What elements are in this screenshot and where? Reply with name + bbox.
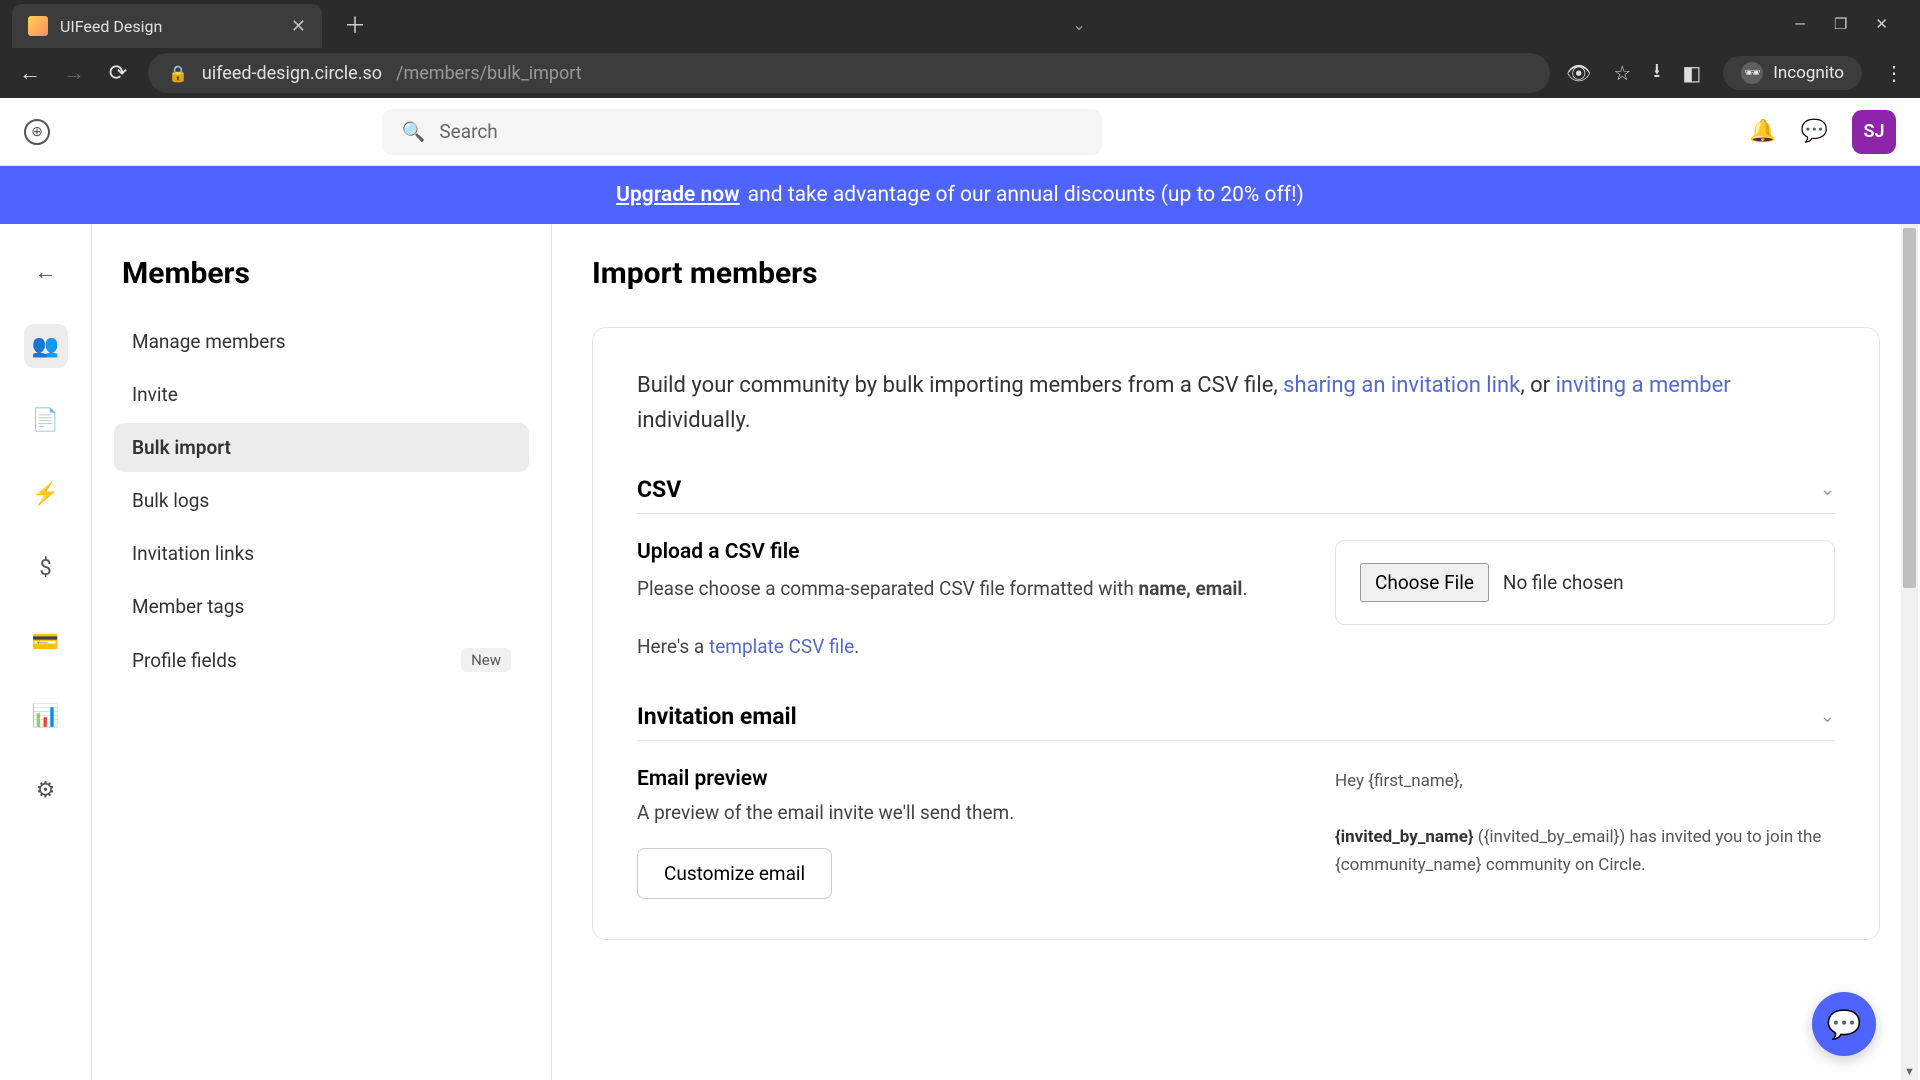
messages-icon[interactable]: 💬: [1801, 119, 1828, 144]
chat-icon: 💬: [1827, 1008, 1862, 1041]
search-icon: 🔍: [402, 120, 426, 143]
rail-payments-icon[interactable]: 💳: [24, 620, 68, 664]
community-switcher-icon[interactable]: ⊕: [24, 119, 50, 145]
csv-section-header[interactable]: CSV ⌄: [637, 476, 1835, 514]
sidebar-item-bulk-import[interactable]: Bulk import: [114, 423, 529, 472]
url-host: uifeed-design.circle.so: [202, 63, 382, 84]
chevron-down-icon: ⌄: [1820, 479, 1835, 500]
sidebar-item-member-tags[interactable]: Member tags: [114, 582, 529, 631]
rail-activity-icon[interactable]: ⚡: [24, 472, 68, 516]
customize-email-button[interactable]: Customize email: [637, 848, 832, 899]
main-content: Import members Build your community by b…: [552, 224, 1920, 1080]
new-tab-button[interactable]: ＋: [330, 8, 380, 40]
search-placeholder: Search: [439, 120, 497, 143]
rail-billing-icon[interactable]: $: [24, 546, 68, 590]
template-csv-link[interactable]: template CSV file: [709, 635, 854, 658]
incognito-label: Incognito: [1773, 63, 1844, 83]
notifications-icon[interactable]: 🔔: [1749, 119, 1776, 144]
tab-title: UIFeed Design: [60, 17, 279, 36]
tab-favicon: [28, 16, 48, 36]
email-preview: Hey {first_name}, {invited_by_name} ({in…: [1335, 767, 1835, 879]
preview-description: A preview of the email invite we'll send…: [637, 801, 1295, 824]
browser-menu-icon[interactable]: ⋮: [1884, 61, 1904, 85]
tabs-dropdown-icon[interactable]: ⌄: [1072, 15, 1085, 34]
inviting-member-link[interactable]: inviting a member: [1556, 373, 1731, 398]
scrollbar[interactable]: ▲ ▼: [1901, 224, 1918, 1080]
nav-forward-icon: →: [60, 60, 88, 86]
sidebar: Members Manage members Invite Bulk impor…: [92, 224, 552, 1080]
sidebar-item-manage-members[interactable]: Manage members: [114, 317, 529, 366]
window-minimize-icon[interactable]: ―: [1794, 15, 1806, 33]
import-card: Build your community by bulk importing m…: [592, 327, 1880, 940]
address-bar[interactable]: 🔒 uifeed-design.circle.so/members/bulk_i…: [148, 53, 1550, 93]
incognito-badge[interactable]: 🕶 Incognito: [1723, 56, 1862, 90]
email-section-header[interactable]: Invitation email ⌄: [637, 703, 1835, 741]
rail-members-icon[interactable]: 👥: [24, 324, 68, 368]
bookmark-star-icon[interactable]: ☆: [1613, 61, 1631, 85]
sidebar-item-invite[interactable]: Invite: [114, 370, 529, 419]
sidebar-item-profile-fields[interactable]: Profile fields New: [114, 635, 529, 685]
tab-close-icon[interactable]: ✕: [291, 16, 306, 37]
incognito-icon: 🕶: [1741, 62, 1763, 84]
rail-settings-icon[interactable]: ⚙: [24, 768, 68, 812]
sidebar-item-invitation-links[interactable]: Invitation links: [114, 529, 529, 578]
rail-content-icon[interactable]: 📄: [24, 398, 68, 442]
choose-file-button[interactable]: Choose File: [1360, 563, 1489, 602]
upgrade-banner: Upgrade now and take advantage of our an…: [0, 166, 1920, 224]
nav-reload-icon[interactable]: ⟳: [104, 61, 132, 86]
upload-title: Upload a CSV file: [637, 540, 1295, 564]
new-badge: New: [461, 648, 511, 672]
banner-text: and take advantage of our annual discoun…: [748, 183, 1304, 207]
preview-title: Email preview: [637, 767, 1295, 791]
intro-text: Build your community by bulk importing m…: [637, 368, 1835, 438]
rail-analytics-icon[interactable]: 📊: [24, 694, 68, 738]
window-maximize-icon[interactable]: ❐: [1834, 15, 1847, 33]
email-heading: Invitation email: [637, 703, 797, 730]
upload-description: Please choose a comma-separated CSV file…: [637, 574, 1295, 603]
avatar[interactable]: SJ: [1852, 110, 1896, 154]
chat-fab-button[interactable]: 💬: [1812, 992, 1876, 1056]
url-path: /members/bulk_import: [396, 63, 582, 84]
nav-back-icon[interactable]: ←: [16, 60, 44, 86]
template-line: Here's a template CSV file.: [637, 632, 1295, 661]
side-panel-icon[interactable]: ◧: [1682, 61, 1701, 85]
app-header: ⊕ 🔍 Search 🔔 💬 SJ: [0, 98, 1920, 166]
upgrade-link[interactable]: Upgrade now: [616, 183, 740, 207]
page-title: Import members: [592, 256, 1880, 291]
chevron-down-icon: ⌄: [1820, 706, 1835, 727]
sidebar-title: Members: [114, 256, 529, 291]
eye-off-icon[interactable]: 👁: [1566, 61, 1591, 85]
csv-heading: CSV: [637, 476, 681, 503]
downloads-icon[interactable]: ⭳: [1653, 56, 1660, 90]
browser-tab[interactable]: UIFeed Design ✕: [12, 4, 322, 48]
file-input-box: Choose File No file chosen: [1335, 540, 1835, 625]
search-input[interactable]: 🔍 Search: [382, 109, 1102, 155]
no-file-label: No file chosen: [1503, 571, 1624, 594]
nav-rail: ← 👥 📄 ⚡ $ 💳 📊 ⚙: [0, 224, 92, 1080]
window-close-icon[interactable]: ✕: [1875, 15, 1888, 33]
rail-back-icon[interactable]: ←: [24, 250, 68, 294]
scroll-down-icon[interactable]: ▼: [1901, 1063, 1918, 1080]
scroll-thumb[interactable]: [1903, 228, 1916, 588]
sharing-invitation-link[interactable]: sharing an invitation link: [1283, 373, 1520, 398]
lock-icon: 🔒: [168, 64, 188, 83]
sidebar-item-bulk-logs[interactable]: Bulk logs: [114, 476, 529, 525]
